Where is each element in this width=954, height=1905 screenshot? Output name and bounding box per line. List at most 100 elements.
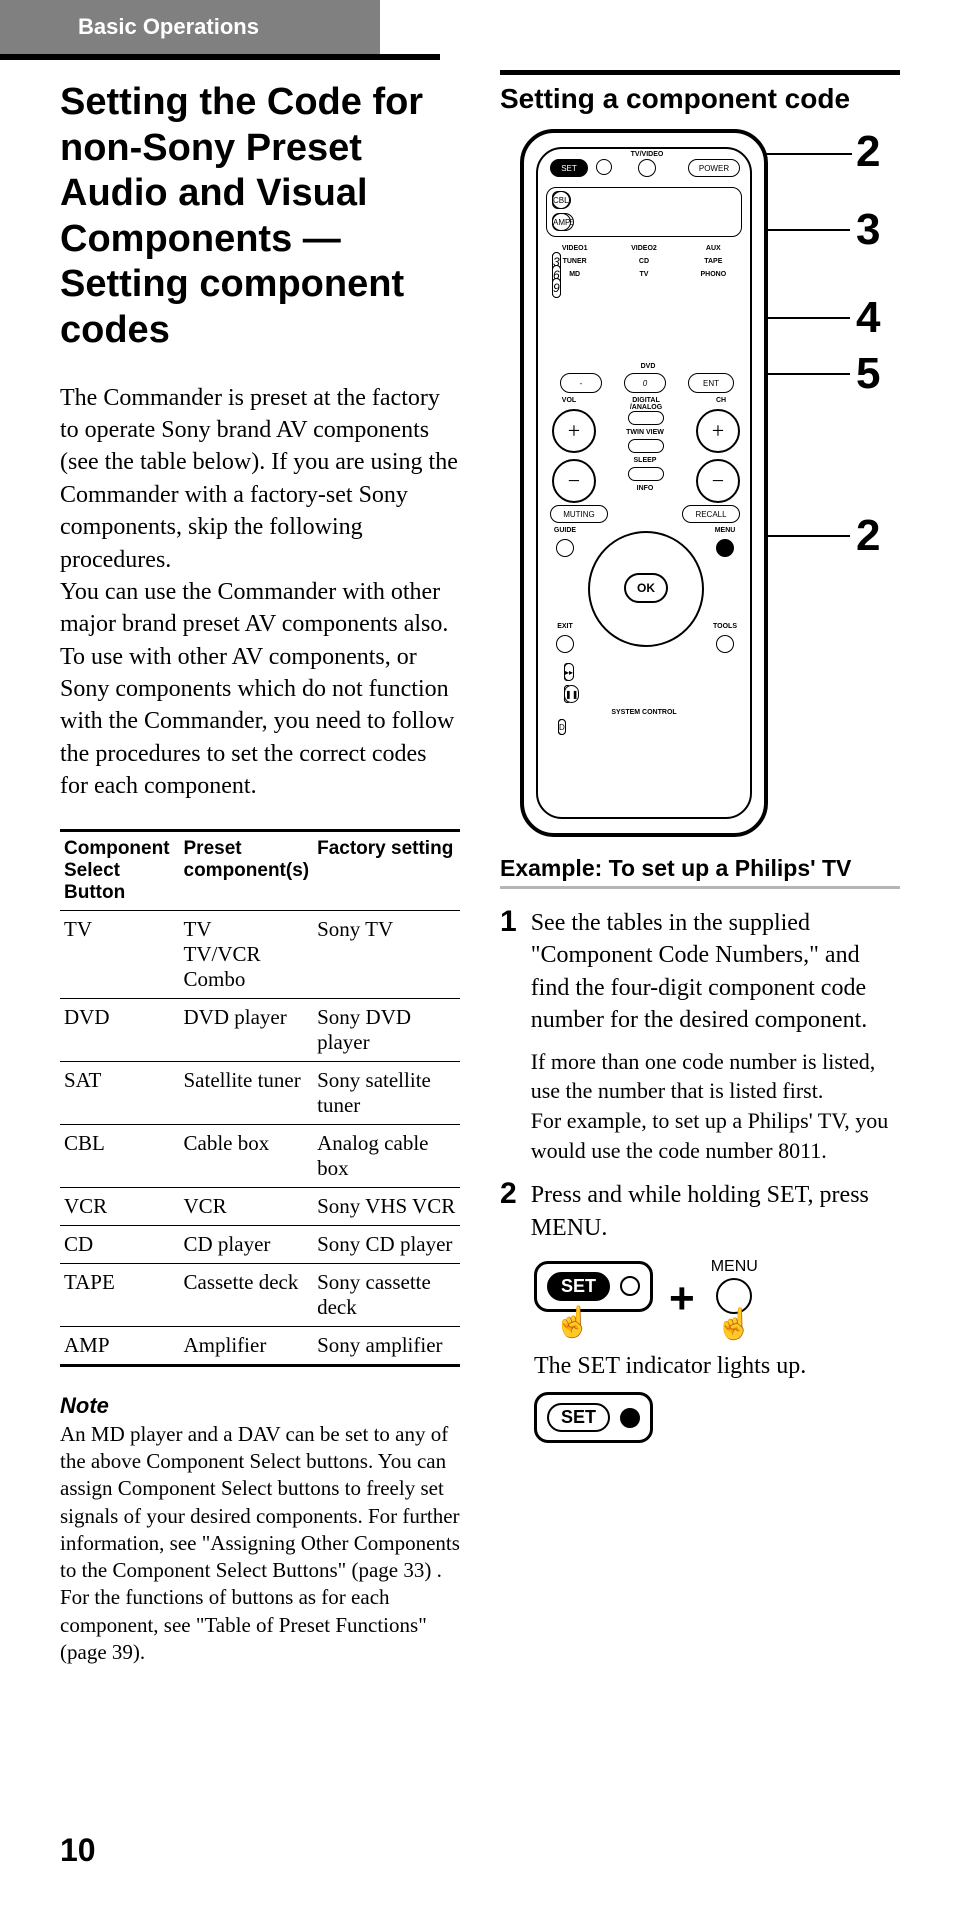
table-row: CBLCable boxAnalog cable box xyxy=(60,1124,460,1187)
zero-button: 0 xyxy=(624,373,666,393)
example-heading: Example: To set up a Philips' TV xyxy=(500,855,900,882)
table-cell: CBL xyxy=(60,1124,180,1187)
led-on-icon xyxy=(620,1408,640,1428)
table-cell: Sony TV xyxy=(313,910,460,998)
num-9-button: 9 xyxy=(552,278,561,298)
table-cell: Cable box xyxy=(180,1124,314,1187)
power-button: POWER xyxy=(688,159,740,177)
table-cell: Sony satellite tuner xyxy=(313,1061,460,1124)
system-d-button: D xyxy=(558,719,566,735)
table-row: DVDDVD playerSony DVD player xyxy=(60,998,460,1061)
step-1: 1 See the tables in the supplied "Compon… xyxy=(500,907,900,1165)
hand-icon: ☝ xyxy=(554,1308,653,1338)
th-factory: Factory setting xyxy=(313,830,460,910)
step-2-main: Press and while holding SET, press MENU. xyxy=(531,1179,900,1244)
numpad-label: AUX xyxy=(691,245,736,252)
numpad-label: VIDEO1 xyxy=(552,245,597,252)
digital-label: DIGITAL /ANALOG xyxy=(618,397,674,411)
ch-up-button: + xyxy=(696,409,740,453)
note-body: An MD player and a DAV can be set to any… xyxy=(60,1421,460,1667)
menu-small-label: MENU xyxy=(711,1258,758,1276)
example-rule xyxy=(500,886,900,889)
table-row: TAPECassette deckSony cassette deck xyxy=(60,1263,460,1326)
guide-button xyxy=(556,539,574,557)
remote-outline: SET TV/VIDEO POWER TVDVDSATCBL VCRCDTAPE… xyxy=(520,129,768,837)
callout-5: 5 xyxy=(856,349,880,399)
vol-up-button: + xyxy=(552,409,596,453)
table-cell: Satellite tuner xyxy=(180,1061,314,1124)
right-heading: Setting a component code xyxy=(500,83,900,115)
exit-button xyxy=(556,635,574,653)
exit-label: EXIT xyxy=(550,623,580,630)
preset-table: Component Select Button Preset component… xyxy=(60,829,460,1367)
table-cell: AMP xyxy=(60,1326,180,1365)
table-cell: Sony CD player xyxy=(313,1225,460,1263)
callout-3: 3 xyxy=(856,205,880,255)
step-number: 1 xyxy=(500,907,517,1165)
table-cell: Amplifier xyxy=(180,1326,314,1365)
callout-4: 4 xyxy=(856,293,880,343)
ok-button: OK xyxy=(624,573,668,603)
set-box: SET xyxy=(534,1261,653,1312)
set-indicator-illustration: SET xyxy=(534,1392,900,1443)
step-1-sub: If more than one code number is listed, … xyxy=(531,1047,900,1166)
table-cell: DVD player xyxy=(180,998,314,1061)
set-menu-illustration: SET ☝ + MENU ☝ xyxy=(534,1258,900,1340)
recall-button: RECALL xyxy=(682,505,740,523)
plus-icon: + xyxy=(669,1274,695,1324)
table-cell: Sony cassette deck xyxy=(313,1263,460,1326)
guide-label: GUIDE xyxy=(548,527,582,534)
table-cell: CD xyxy=(60,1225,180,1263)
table-cell: VCR xyxy=(60,1187,180,1225)
tools-button xyxy=(716,635,734,653)
numpad-label: VIDEO2 xyxy=(621,245,666,252)
table-cell: Sony VHS VCR xyxy=(313,1187,460,1225)
vol-label: VOL xyxy=(554,397,584,404)
set-pill-outline: SET xyxy=(547,1403,610,1432)
system-label: SYSTEM CONTROL xyxy=(594,709,694,716)
table-cell: Analog cable box xyxy=(313,1124,460,1187)
step-2-after: The SET indicator lights up. xyxy=(534,1350,900,1382)
step-1-main: See the tables in the supplied "Componen… xyxy=(531,907,900,1037)
sleep-button xyxy=(628,467,664,481)
led-icon xyxy=(620,1276,640,1296)
twin-label: TWIN VIEW xyxy=(620,429,670,436)
tvvideo-label: TV/VIDEO xyxy=(622,151,672,158)
th-button: Component Select Button xyxy=(60,830,180,910)
th-preset: Preset component(s) xyxy=(180,830,314,910)
step-number: 2 xyxy=(500,1179,517,1244)
step-2: 2 Press and while holding SET, press MEN… xyxy=(500,1179,900,1244)
muting-button: MUTING xyxy=(550,505,608,523)
dash-button: - xyxy=(560,373,602,393)
vol-down-button: − xyxy=(552,459,596,503)
table-row: VCRVCRSony VHS VCR xyxy=(60,1187,460,1225)
tools-label: TOOLS xyxy=(708,623,742,630)
dvd-label: DVD xyxy=(636,363,660,370)
table-cell: Sony DVD player xyxy=(313,998,460,1061)
ff-button: ▸▸ xyxy=(564,663,574,681)
table-row: TVTV TV/VCR ComboSony TV xyxy=(60,910,460,998)
component-select-cbl: CBL xyxy=(552,191,570,209)
intro-text: The Commander is preset at the factory t… xyxy=(60,382,460,803)
section-underline xyxy=(0,54,440,60)
led-icon xyxy=(596,159,612,175)
page-title: Setting the Code for non-Sony Preset Aud… xyxy=(60,80,460,354)
table-cell: TV TV/VCR Combo xyxy=(180,910,314,998)
set-box-on: SET xyxy=(534,1392,653,1443)
twin-button xyxy=(628,439,664,453)
table-cell: Sony amplifier xyxy=(313,1326,460,1365)
callout-2a: 2 xyxy=(856,127,880,177)
menu-button xyxy=(716,539,734,557)
ent-button: ENT xyxy=(688,373,734,393)
right-top-rule xyxy=(500,70,900,75)
hand-icon: ☝ xyxy=(716,1310,753,1340)
page-number: 10 xyxy=(60,1832,96,1869)
set-pill: SET xyxy=(547,1272,610,1301)
numpad-label: CD xyxy=(621,258,666,265)
table-row: AMPAmplifierSony amplifier xyxy=(60,1326,460,1365)
remote-diagram: 2 3 4 5 2 SET TV/VIDEO POWER xyxy=(500,121,900,841)
pause-button: ❚❚ xyxy=(564,685,579,703)
menu-label: MENU xyxy=(708,527,742,534)
table-cell: VCR xyxy=(180,1187,314,1225)
table-row: CDCD playerSony CD player xyxy=(60,1225,460,1263)
